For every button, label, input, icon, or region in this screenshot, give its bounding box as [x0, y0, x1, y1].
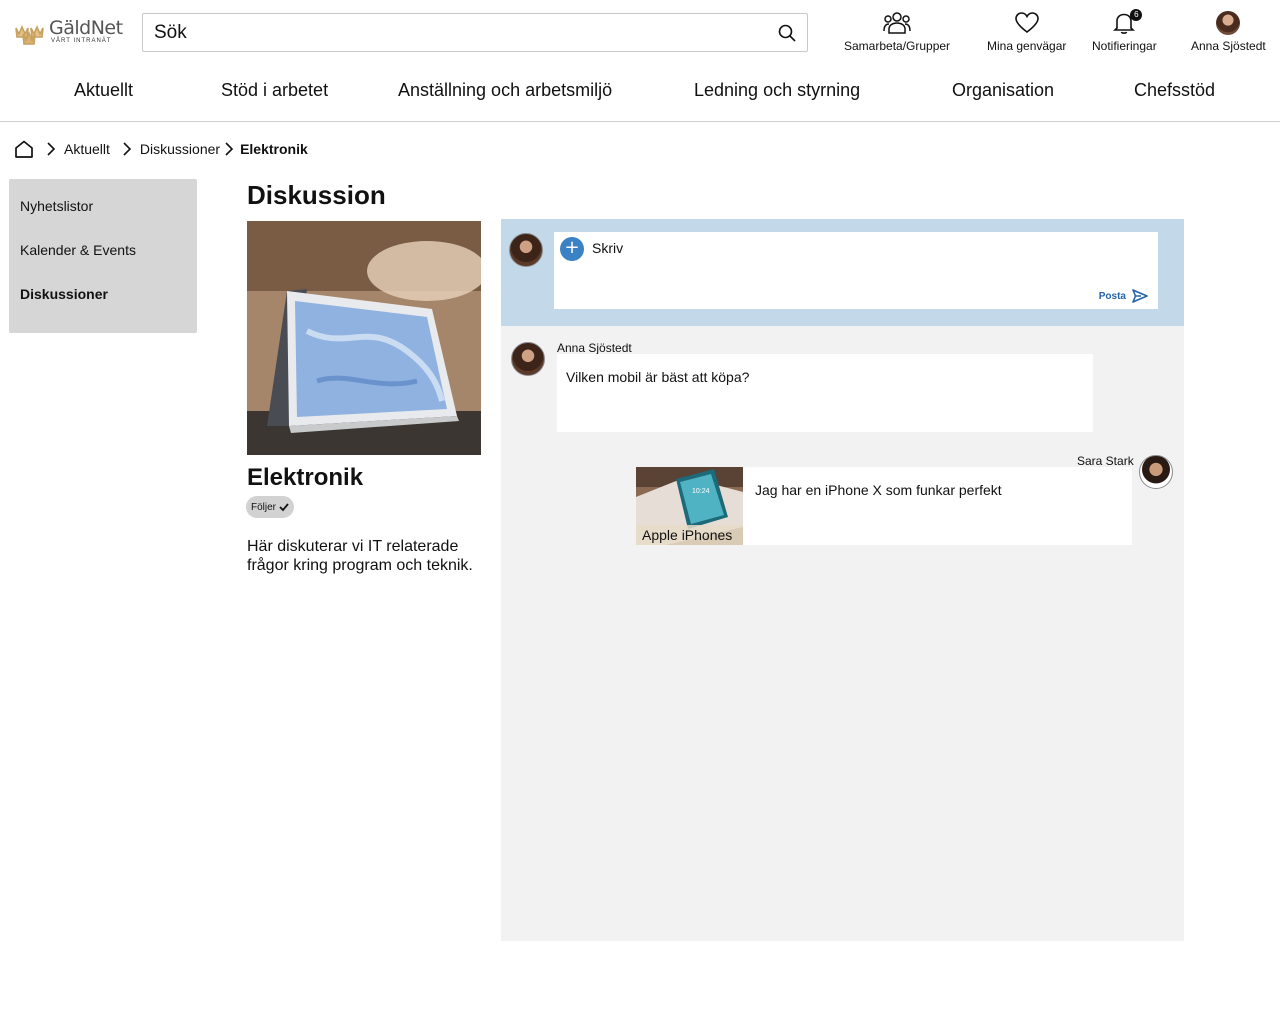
nav-item-anstallning[interactable]: Anställning och arbetsmiljö: [398, 80, 612, 101]
reply-author-avatar[interactable]: [1139, 455, 1173, 489]
follow-button[interactable]: Följer: [246, 496, 295, 518]
attachment-label: Apple iPhones: [636, 525, 743, 545]
reply-text: Jag har en iPhone X som funkar perfekt: [755, 482, 1002, 498]
nav-item-organisation[interactable]: Organisation: [952, 80, 1054, 101]
post-author-name[interactable]: Anna Sjöstedt: [557, 341, 632, 355]
main-navigation: Aktuellt Stöd i arbetet Anställning och …: [0, 64, 1280, 122]
chevron-right-icon: [225, 142, 234, 156]
post-label: Posta: [1098, 290, 1126, 302]
breadcrumb-aktuellt[interactable]: Aktuellt: [64, 141, 110, 157]
user-name-label: Anna Sjöstedt: [1191, 39, 1266, 53]
nav-item-stod-i-arbetet[interactable]: Stöd i arbetet: [221, 80, 328, 101]
home-icon[interactable]: [14, 140, 34, 158]
page-title: Diskussion: [247, 180, 386, 210]
send-icon: [1132, 289, 1148, 303]
search-bar: [142, 13, 808, 52]
sidebar-item-nyhetslistor[interactable]: Nyhetslistor: [20, 198, 93, 214]
sidebar-item-kalender[interactable]: Kalender & Events: [20, 242, 136, 258]
sidebar-item-diskussioner[interactable]: Diskussioner: [20, 286, 108, 302]
composer-box: + Posta: [554, 232, 1158, 309]
user-profile-button[interactable]: Anna Sjöstedt: [1191, 10, 1266, 53]
breadcrumb-current: Elektronik: [240, 141, 308, 157]
nav-item-ledning[interactable]: Ledning och styrning: [694, 80, 860, 101]
my-shortcuts-button[interactable]: Mina genvägar: [987, 10, 1066, 53]
collaborate-groups-button[interactable]: Samarbeta/Grupper: [844, 10, 950, 53]
heart-icon: [1014, 12, 1039, 34]
people-group-icon: [883, 12, 911, 34]
post-composer: + Posta: [501, 219, 1184, 326]
discussion-feed: + Posta Anna Sjöstedt Vilken mobil är bä…: [501, 219, 1184, 941]
user-avatar: [1216, 11, 1241, 35]
notifications-button[interactable]: 6 Notifieringar: [1092, 9, 1157, 53]
notifications-label: Notifieringar: [1092, 39, 1157, 53]
chevron-right-icon: [47, 142, 56, 156]
notification-count-badge: 6: [1130, 9, 1143, 21]
sidebar: Nyhetslistor Kalender & Events Diskussio…: [9, 179, 197, 333]
laptop-photo: [247, 221, 481, 455]
group-image: [247, 221, 481, 455]
top-header: GäldNet VÅRT INTRANÄT Samarbeta/Gr: [0, 0, 1280, 64]
svg-text:10:24: 10:24: [692, 488, 710, 495]
group-name: Elektronik: [247, 464, 364, 491]
post-text: Vilken mobil är bäst att köpa?: [566, 369, 750, 385]
chevron-right-icon: [123, 142, 132, 156]
group-description: Här diskuterar vi IT relaterade frågor k…: [247, 538, 473, 574]
search-icon[interactable]: [778, 24, 796, 42]
composer-avatar: [509, 233, 543, 267]
reply-author-name[interactable]: Sara Stark: [1077, 454, 1134, 468]
logo-name: GäldNet: [49, 17, 123, 39]
follow-label: Följer: [251, 501, 277, 513]
nav-item-chefsstod[interactable]: Chefsstöd: [1134, 80, 1215, 101]
nav-item-aktuellt[interactable]: Aktuellt: [74, 80, 133, 101]
collaborate-groups-label: Samarbeta/Grupper: [844, 39, 951, 53]
crowns-icon: [15, 24, 44, 45]
composer-input[interactable]: [592, 240, 1092, 256]
reply-attachment[interactable]: 10:24 Apple iPhones: [636, 467, 743, 545]
logo-subtitle: VÅRT INTRANÄT: [51, 38, 112, 44]
reply-message: 10:24 Apple iPhones Jag har en iPhone X …: [636, 467, 1132, 545]
galdnet-logo[interactable]: GäldNet VÅRT INTRANÄT: [14, 16, 124, 48]
breadcrumb: Aktuellt Diskussioner Elektronik: [14, 138, 308, 160]
post-message: Vilken mobil är bäst att köpa?: [557, 354, 1093, 432]
post-button[interactable]: Posta: [1099, 289, 1148, 303]
add-attachment-button[interactable]: +: [560, 237, 584, 261]
post-author-avatar[interactable]: [511, 342, 545, 376]
checkmark-icon: [279, 503, 289, 512]
my-shortcuts-label: Mina genvägar: [987, 39, 1067, 53]
breadcrumb-diskussioner[interactable]: Diskussioner: [140, 141, 220, 157]
search-input[interactable]: [143, 14, 743, 51]
